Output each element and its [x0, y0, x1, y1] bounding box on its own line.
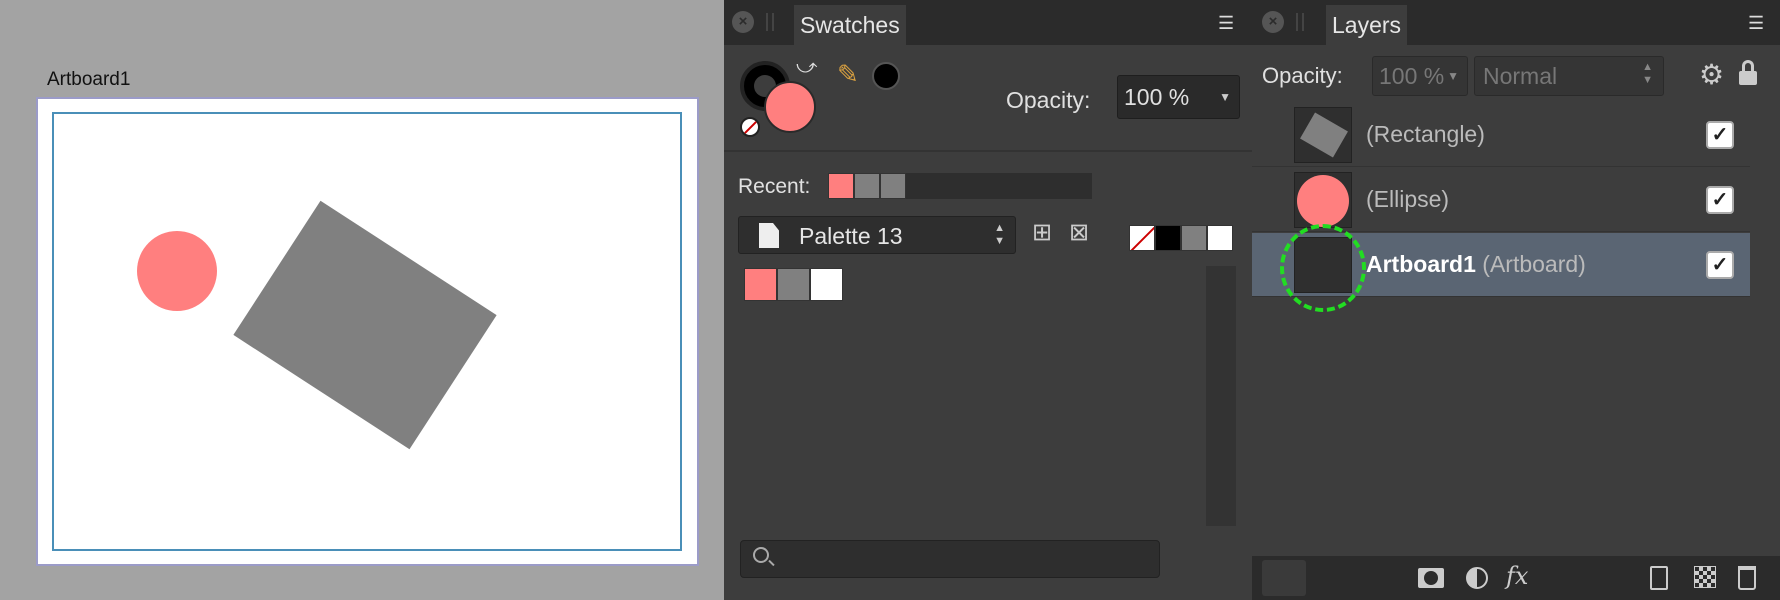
opacity-select[interactable]: 100 % ▼ [1117, 75, 1240, 119]
palette-swatch-0[interactable] [744, 268, 777, 301]
tab-layers[interactable]: Layers [1326, 5, 1408, 45]
layers-toolbar: fx [1252, 556, 1780, 600]
opacity-label: Opacity: [1006, 87, 1091, 113]
close-panel-icon[interactable]: × [1262, 11, 1284, 33]
layer-thumbnail [1294, 172, 1352, 228]
search-input[interactable] [781, 545, 1151, 573]
chevron-down-icon: ▼ [1447, 69, 1459, 83]
recent-colors [828, 173, 1092, 199]
layers-tabbar: × Layers ☰ [1252, 0, 1780, 45]
eyedropper-icon[interactable]: ✎ [837, 59, 859, 90]
updown-chevron-icon: ▲ ▼ [1642, 61, 1653, 86]
quick-swatch-1[interactable] [1181, 225, 1207, 251]
document-canvas[interactable]: Artboard1 [0, 0, 724, 600]
divider [724, 150, 1252, 152]
close-panel-icon[interactable]: × [732, 11, 754, 33]
add-palette-icon[interactable]: ⊞ [1032, 218, 1052, 247]
add-layer-icon[interactable] [1650, 566, 1668, 590]
swatch-none[interactable] [1129, 225, 1155, 251]
updown-chevron-icon: ▲ ▼ [994, 222, 1005, 247]
layer-label: (Rectangle) [1366, 121, 1485, 147]
search-icon [753, 547, 769, 563]
visibility-checkbox[interactable]: ✓ [1706, 121, 1734, 149]
swatch-search[interactable] [740, 540, 1160, 578]
layer-opacity-label: Opacity: [1262, 63, 1343, 88]
gear-icon[interactable]: ⚙ [1699, 58, 1724, 91]
fx-effects-icon[interactable]: fx [1506, 562, 1528, 590]
layers-stack-icon[interactable] [1262, 560, 1306, 596]
visibility-checkbox[interactable]: ✓ [1706, 186, 1734, 214]
recent-label: Recent: [738, 175, 811, 198]
layer-label: Artboard1 (Artboard) [1366, 251, 1586, 277]
document-icon [759, 223, 779, 248]
recent-swatch-1[interactable] [854, 173, 880, 199]
mask-layer-icon[interactable] [1418, 568, 1444, 588]
panel-menu-icon[interactable]: ☰ [1748, 14, 1770, 32]
grip-handle-icon[interactable] [1296, 13, 1304, 31]
layer-controls: Opacity: 100 % ▼ Normal ▲ ▼ ⚙ [1252, 45, 1780, 103]
quick-swatch-0[interactable] [1155, 225, 1181, 251]
recent-swatch-2[interactable] [880, 173, 906, 199]
swatches-panel: × Swatches ☰ ⤻ ✎ Opacity: 100 % ▼ Recent… [724, 0, 1252, 600]
app-window: Artboard1 × Swatches ☰ ⤻ ✎ Opacity: 100 … [0, 0, 1780, 600]
palette-swatch-1[interactable] [777, 268, 810, 301]
layer-opacity-value: 100 % [1379, 63, 1445, 89]
layer-thumbnail [1294, 107, 1352, 163]
grip-handle-icon[interactable] [766, 13, 774, 31]
remove-palette-icon[interactable]: ⊠ [1069, 218, 1089, 247]
panel-menu-icon[interactable]: ☰ [1218, 14, 1240, 32]
adjustment-icon[interactable] [1466, 567, 1488, 589]
layer-thumbnail [1294, 237, 1352, 293]
tab-swatches[interactable]: Swatches [794, 5, 906, 45]
visibility-checkbox[interactable]: ✓ [1706, 251, 1734, 279]
palette-select[interactable]: Palette 13 ▲ ▼ [738, 216, 1016, 254]
swap-colors-icon[interactable]: ⤻ [796, 56, 817, 79]
layer-row-rectangle[interactable]: (Rectangle) ✓ [1252, 103, 1750, 167]
trash-icon[interactable] [1738, 566, 1756, 590]
layer-row-ellipse[interactable]: (Ellipse) ✓ [1252, 168, 1750, 232]
no-color-icon[interactable] [740, 117, 760, 137]
layer-row-artboard[interactable]: Artboard1 (Artboard) ✓ [1252, 233, 1750, 297]
palette-swatch-2[interactable] [810, 268, 843, 301]
layer-opacity-select[interactable]: 100 % ▼ [1372, 56, 1468, 96]
ellipse-shape[interactable] [137, 231, 217, 311]
quick-swatch-2[interactable] [1207, 225, 1233, 251]
color-controls: ⤻ ✎ Opacity: 100 % ▼ [724, 45, 1252, 150]
lock-icon[interactable] [1739, 60, 1757, 86]
picked-color-well[interactable] [872, 62, 900, 90]
blend-mode-value: Normal [1483, 63, 1558, 89]
pixel-layer-icon[interactable] [1694, 566, 1716, 588]
swatches-tabbar: × Swatches ☰ [724, 0, 1252, 45]
opacity-value: 100 % [1124, 84, 1190, 110]
recent-swatch-0[interactable] [828, 173, 854, 199]
chevron-down-icon: ▼ [1219, 90, 1231, 104]
fill-color-well[interactable] [764, 81, 816, 133]
layer-label: (Ellipse) [1366, 186, 1450, 212]
palette-name: Palette 13 [799, 223, 903, 249]
swatches-scrollbar[interactable] [1206, 266, 1236, 526]
layers-panel: × Layers ☰ Opacity: 100 % ▼ Normal ▲ ▼ ⚙ … [1252, 0, 1780, 600]
blend-mode-select[interactable]: Normal ▲ ▼ [1474, 56, 1664, 96]
artboard-label[interactable]: Artboard1 [47, 69, 130, 91]
